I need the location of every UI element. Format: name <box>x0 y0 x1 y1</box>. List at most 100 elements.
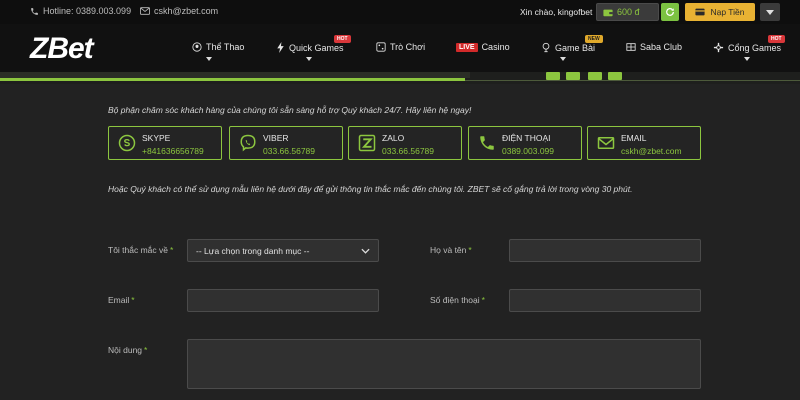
channel-value: 033.66.56789 <box>263 146 315 156</box>
channel-value: 033.66.56789 <box>382 146 434 156</box>
refresh-icon <box>666 8 674 16</box>
hotline-text: Hotline: 0389.003.099 <box>43 6 132 16</box>
channel-title: ZALO <box>382 133 405 143</box>
nav-item-saba-club[interactable]: Saba Club <box>626 42 682 52</box>
contact-card-email[interactable]: EMAIL cskh@zbet.com <box>587 126 701 160</box>
channel-value: +841636656789 <box>142 146 204 156</box>
nav-item-casino[interactable]: LIVE Casino <box>456 42 510 52</box>
required-mark: * <box>468 245 472 255</box>
phone-icon <box>480 136 494 150</box>
mail-icon <box>597 137 615 149</box>
message-label-text: Nội dung <box>108 345 143 355</box>
refresh-balance-button[interactable] <box>661 3 679 21</box>
lightning-icon <box>277 42 284 53</box>
nav-label-quick-games: Quick Games <box>289 42 344 53</box>
live-badge: LIVE <box>456 42 478 52</box>
full-name-input[interactable] <box>509 239 701 262</box>
nav-label-games: Trò Chơi <box>390 42 426 52</box>
chevron-down-icon <box>361 248 370 254</box>
nav-item-card-games[interactable]: Game Bài <box>541 42 595 53</box>
logo-text: ZBet <box>30 32 94 65</box>
user-greeting: Xin chào, kingofbet <box>520 7 593 17</box>
banner-decoration <box>566 72 580 80</box>
contact-card-zalo[interactable]: ZALO 033.66.56789 <box>348 126 462 160</box>
channel-title: EMAIL <box>621 133 647 143</box>
card-icon <box>695 8 706 16</box>
banner-thin-line <box>465 80 800 81</box>
message-label: Nội dung * <box>108 345 147 355</box>
phone-icon <box>31 7 38 15</box>
topic-select[interactable]: -- Lựa chọn trong danh mục -- <box>187 239 379 262</box>
channel-title: ĐIỆN THOẠI <box>502 133 551 143</box>
building-icon <box>626 43 636 51</box>
balance-amount: 600 đ <box>617 7 640 17</box>
chevron-down-icon <box>206 57 212 61</box>
channel-value: cskh@zbet.com <box>621 146 682 156</box>
support-email-text: cskh@zbet.com <box>154 6 219 16</box>
chevron-down-icon <box>560 57 566 61</box>
required-mark: * <box>170 245 174 255</box>
banner-decoration <box>588 72 602 80</box>
hot-badge: HOT <box>768 35 785 43</box>
email-label: Email * <box>108 295 135 305</box>
nav-label-card-games: Game Bài <box>555 42 596 53</box>
skype-icon <box>118 134 136 152</box>
deposit-label: Nạp Tiền <box>710 7 745 17</box>
banner-accent-line <box>0 78 465 81</box>
name-label-text: Họ và tên <box>430 245 467 255</box>
nav-item-games[interactable]: Trò Chơi <box>376 42 425 52</box>
banner-decoration <box>546 72 560 80</box>
main-navigation: ZBet Thể Thao Quick Games HOT Trò Chơi L… <box>0 24 800 72</box>
channel-title: SKYPE <box>142 133 171 143</box>
email-label-text: Email <box>108 295 130 305</box>
zbet-logo[interactable]: ZBet <box>30 32 94 66</box>
phone-input[interactable] <box>509 289 701 312</box>
hotline[interactable]: Hotline: 0389.003.099 <box>30 6 131 16</box>
contact-card-viber[interactable]: VIBER 033.66.56789 <box>229 126 343 160</box>
chevron-down-icon <box>306 57 312 61</box>
channel-title: VIBER <box>263 133 289 143</box>
chevron-down-icon <box>744 57 750 61</box>
gamepad-icon <box>713 42 724 53</box>
nav-label-game-portal: Cổng Games <box>728 42 782 53</box>
top-bar: Hotline: 0389.003.099 cskh@zbet.com Xin … <box>0 0 800 24</box>
banner-decoration <box>608 72 622 80</box>
sports-ball-icon <box>192 42 202 52</box>
phone-label-text: Số điện thoại <box>430 295 480 305</box>
cards-icon <box>542 42 550 53</box>
topic-select-value: -- Lựa chọn trong danh mục -- <box>196 245 310 256</box>
viber-icon <box>240 134 256 152</box>
support-intro-text: Bộ phận chăm sóc khách hàng của chúng tô… <box>108 105 472 115</box>
wallet-balance[interactable]: 600 đ <box>596 3 659 21</box>
wallet-icon <box>603 9 613 16</box>
mail-icon <box>140 7 150 15</box>
channel-value: 0389.003.099 <box>502 146 554 156</box>
contact-form-note: Hoặc Quý khách có thể sử dụng mẫu liên h… <box>108 184 633 194</box>
banner-strip <box>0 72 800 84</box>
message-textarea[interactable] <box>187 339 701 389</box>
name-label: Họ và tên * <box>430 245 472 255</box>
contact-card-phone[interactable]: ĐIỆN THOẠI 0389.003.099 <box>468 126 582 160</box>
new-badge: NEW <box>585 35 603 43</box>
account-menu-button[interactable] <box>760 3 780 21</box>
zalo-icon <box>358 134 376 152</box>
required-mark: * <box>144 345 148 355</box>
deposit-button[interactable]: Nạp Tiền <box>685 3 755 21</box>
nav-item-quick-games[interactable]: Quick Games <box>276 42 344 53</box>
required-mark: * <box>131 295 135 305</box>
topic-label: Tôi thắc mắc về * <box>108 245 173 255</box>
phone-label: Số điện thoại * <box>430 295 485 305</box>
topic-label-text: Tôi thắc mắc về <box>108 245 168 255</box>
nav-label-sports: Thể Thao <box>206 42 245 52</box>
nav-label-casino: Casino <box>481 42 510 52</box>
hot-badge: HOT <box>334 35 351 43</box>
dice-icon <box>376 42 386 52</box>
contact-card-skype[interactable]: SKYPE +841636656789 <box>108 126 222 160</box>
chevron-down-icon <box>766 9 774 15</box>
email-input[interactable] <box>187 289 379 312</box>
nav-label-saba-club: Saba Club <box>640 42 683 52</box>
nav-item-sports[interactable]: Thể Thao <box>192 42 244 52</box>
required-mark: * <box>481 295 485 305</box>
support-email[interactable]: cskh@zbet.com <box>140 6 218 16</box>
nav-item-game-portal[interactable]: Cổng Games <box>713 42 781 53</box>
